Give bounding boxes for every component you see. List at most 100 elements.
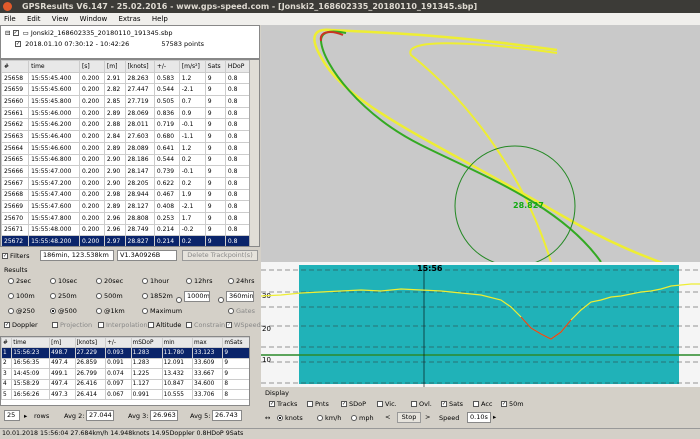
chk-sdop[interactable]: ✓ SDoP [341,400,366,408]
grid-header[interactable]: [knots] [124,60,155,73]
collapse-icon[interactable]: ⊟ [5,29,10,37]
chk-tracks[interactable]: ✓ Tracks [269,400,297,408]
filters-checkbox[interactable]: ✓ [2,253,8,259]
results-grid[interactable]: # time [m] [knots] +/- mSDoP min max mSats 1 15:5… [0,336,250,406]
grid-header[interactable]: HDoP [224,60,251,73]
prev-button[interactable]: < [385,413,390,421]
opt-250m[interactable]: 250m [50,292,77,300]
chk-projection[interactable]: Projection [52,321,92,329]
chk-sats[interactable]: ✓ Sats [441,400,463,408]
grid-header[interactable]: # [1,60,30,73]
result-header[interactable]: mSDoP [130,337,163,349]
grid-row[interactable]: 25670 15:55:47.800 0.200 2.96 28.808 0.253 1.7… [1,211,251,225]
result-row[interactable]: 2 16:56:35 497.4 26.859 0.091 1.283 12.091 33.6… [1,357,249,370]
grid-row[interactable]: 25672 15:55:48.200 0.200 2.97 28.827 0.214 0.2… [1,235,251,246]
result-row[interactable]: 5 16:56:26 497.3 26.414 0.067 0.991 10.555 33.7… [1,388,249,401]
opt-maximum[interactable]: Maximum [142,307,182,315]
filter-range-field[interactable]: 186min, 123.538km [40,250,114,261]
opt-at1km[interactable]: @1km [96,307,125,315]
speed-spinner-icon[interactable]: ▸ [493,413,496,421]
opt-10sec[interactable]: 10sec [50,277,77,285]
chk-pnts[interactable]: Pnts [307,400,329,408]
result-row[interactable]: 1 15:56:23 498.7 27.229 0.093 1.283 11.780 33.1… [1,347,249,359]
result-header[interactable]: +/- [105,337,132,349]
chk-altitude[interactable]: Altitude [148,321,181,329]
grid-header[interactable]: [m/s²] [178,60,206,73]
result-row[interactable]: 4 15:58:29 497.4 26.416 0.097 1.127 10.847 34.6… [1,378,249,390]
unit-mph[interactable]: mph [351,414,374,422]
grid-scrollbar[interactable] [249,60,259,246]
grid-row[interactable]: 25664 15:55:46.600 0.200 2.89 28.089 0.641 1.2… [1,141,251,155]
opt-at250[interactable]: @250 [8,307,35,315]
rows-spinner-icon[interactable]: ▸ [24,412,27,420]
opt-at500[interactable]: @500 [50,307,77,315]
chk-50m[interactable]: ✓ 50m [501,400,524,408]
opt-12hrs[interactable]: 12hrs [186,277,212,285]
close-window-icon[interactable] [3,2,12,11]
menu-extras[interactable]: Extras [118,13,140,25]
chk-ovl[interactable]: Ovl. [411,400,432,408]
grid-header[interactable]: Sats [204,60,226,73]
opt-1hour[interactable]: 1hour [142,277,169,285]
opt-24hrs[interactable]: 24hrs [228,277,254,285]
trackpoint-grid[interactable]: # time [s] [m] [knots] +/- [m/s²] Sats HDoP 2565… [0,59,260,247]
result-row[interactable]: 3 14:45:09 499.1 26.799 0.074 1.225 13.432 33.6… [1,368,249,380]
chk-vic[interactable]: Vic. [377,400,397,408]
chk-acc[interactable]: Acc [473,400,492,408]
filters-toggle[interactable]: ✓ Filters [2,252,29,260]
grid-row[interactable]: 25659 15:55:45.600 0.200 2.82 27.447 0.544 -2.… [1,83,251,97]
speed-chart-canvas[interactable]: 15:56 30 20 10 [260,262,700,387]
speed-field[interactable]: 0.10s [467,412,491,423]
tree-session-row[interactable]: ✓ 2018.01.10 07:30:12 - 10:42:26 57583 p… [15,40,204,48]
grid-row[interactable]: 25661 15:55:46.000 0.200 2.89 28.069 0.836 0.9… [1,106,251,120]
menu-view[interactable]: View [52,13,69,25]
menu-file[interactable]: File [4,13,16,25]
grid-row[interactable]: 25671 15:55:48.000 0.200 2.96 28.749 0.214 -0.… [1,223,251,237]
result-header[interactable]: # [1,337,13,349]
delete-trackpoints-button[interactable]: Delete Trackpoint(s) [182,250,258,261]
grid-row[interactable]: 25666 15:55:47.000 0.200 2.90 28.147 0.739 -0.… [1,165,251,178]
menu-help[interactable]: Help [152,13,168,25]
play-arrow-icon[interactable]: ↔ [265,414,270,422]
result-header[interactable]: min [161,337,194,349]
session-tree[interactable]: ⊟ ✓ ▭ Jonski2_168602335_20180110_191345.… [0,25,260,59]
grid-row[interactable]: 25662 15:55:46.200 0.200 2.88 28.011 0.719 -0.… [1,118,251,132]
chk-doppler[interactable]: ✓ Doppler [4,321,38,329]
opt-20sec[interactable]: 20sec [96,277,123,285]
chk-wspeed[interactable]: ✓ WSpeed [226,321,261,329]
result-header[interactable]: max [191,337,224,349]
track-map[interactable]: 28.827 [261,25,700,272]
grid-row[interactable]: 25658 15:55:45.400 0.200 2.91 28.263 0.583 1.2… [1,71,251,85]
opt-2sec[interactable]: 2sec [8,277,31,285]
speed-chart[interactable]: 15:56 30 20 10 [260,262,700,387]
opt-gates[interactable]: Gates [228,307,255,315]
file-checkbox[interactable]: ✓ [12,30,19,36]
chk-interpolation[interactable]: Interpolation [98,321,148,329]
result-header[interactable]: time [11,337,51,349]
grid-header[interactable]: +/- [153,60,180,73]
opt-1000m[interactable]: 1000m [176,291,210,304]
grid-row[interactable]: 25660 15:55:45.800 0.200 2.85 27.719 0.505 0.7… [1,95,251,108]
grid-header[interactable]: [s] [78,60,105,73]
rows-count-field[interactable]: 25 [4,410,20,421]
result-header[interactable]: mSats [222,337,249,349]
menu-edit[interactable]: Edit [27,13,41,25]
grid-row[interactable]: 25669 15:55:47.600 0.200 2.89 28.127 0.408 -2.… [1,200,251,213]
opt-360min[interactable]: 360min [218,291,254,304]
unit-knots[interactable]: knots [277,414,303,422]
opt-1852m[interactable]: 1852m [142,292,173,300]
grid-row[interactable]: 25667 15:55:47.200 0.200 2.90 28.205 0.622 0.2… [1,176,251,190]
session-checkbox[interactable]: ✓ [15,41,21,47]
grid-header[interactable]: [m] [103,60,126,73]
tree-file-row[interactable]: ⊟ ✓ ▭ Jonski2_168602335_20180110_191345.… [5,29,173,37]
menu-window[interactable]: Window [80,13,108,25]
grid-row[interactable]: 25665 15:55:46.800 0.200 2.90 28.186 0.544 0.2… [1,153,251,167]
opt-500m[interactable]: 500m [96,292,123,300]
track-map-canvas[interactable]: 28.827 [261,25,700,272]
grid-header[interactable]: time [28,60,80,73]
grid-row[interactable]: 25663 15:55:46.400 0.200 2.84 27.603 0.680 -1.… [1,130,251,143]
unit-kmh[interactable]: km/h [317,414,341,422]
filter-version-field[interactable]: V1.3A0926B [117,250,177,261]
opt-100m[interactable]: 100m [8,292,35,300]
grid-row[interactable]: 25668 15:55:47.400 0.200 2.98 28.944 0.467 1.9… [1,188,251,202]
